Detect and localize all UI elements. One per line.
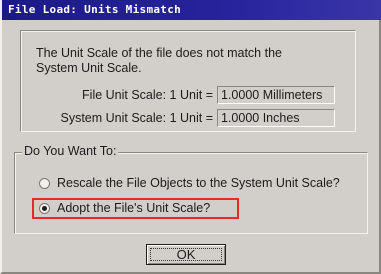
options-group: [14, 152, 368, 234]
dialog-title: File Load: Units Mismatch: [8, 3, 182, 16]
dialog-window: File Load: Units Mismatch The Unit Scale…: [0, 0, 381, 274]
title-bar[interactable]: File Load: Units Mismatch: [2, 0, 381, 20]
info-panel: The Unit Scale of the file does not matc…: [20, 30, 356, 132]
file-unit-scale-label: File Unit Scale: 1 Unit =: [82, 88, 213, 102]
ok-button-label: OK: [176, 247, 196, 262]
highlight-box: [32, 198, 239, 219]
rescale-radio[interactable]: [39, 178, 50, 189]
system-unit-scale-field: 1.0000 Inches: [217, 109, 335, 127]
message-line-1: The Unit Scale of the file does not matc…: [36, 46, 282, 60]
rescale-option-label: Rescale the File Objects to the System U…: [57, 176, 340, 190]
message-line-2: System Unit Scale.: [36, 61, 142, 75]
system-unit-scale-label: System Unit Scale: 1 Unit =: [60, 111, 214, 125]
ok-button[interactable]: OK: [146, 244, 226, 265]
mismatch-message: The Unit Scale of the file does not matc…: [36, 46, 336, 76]
options-group-label: Do You Want To:: [22, 144, 119, 158]
file-unit-scale-field: 1.0000 Millimeters: [217, 86, 335, 104]
